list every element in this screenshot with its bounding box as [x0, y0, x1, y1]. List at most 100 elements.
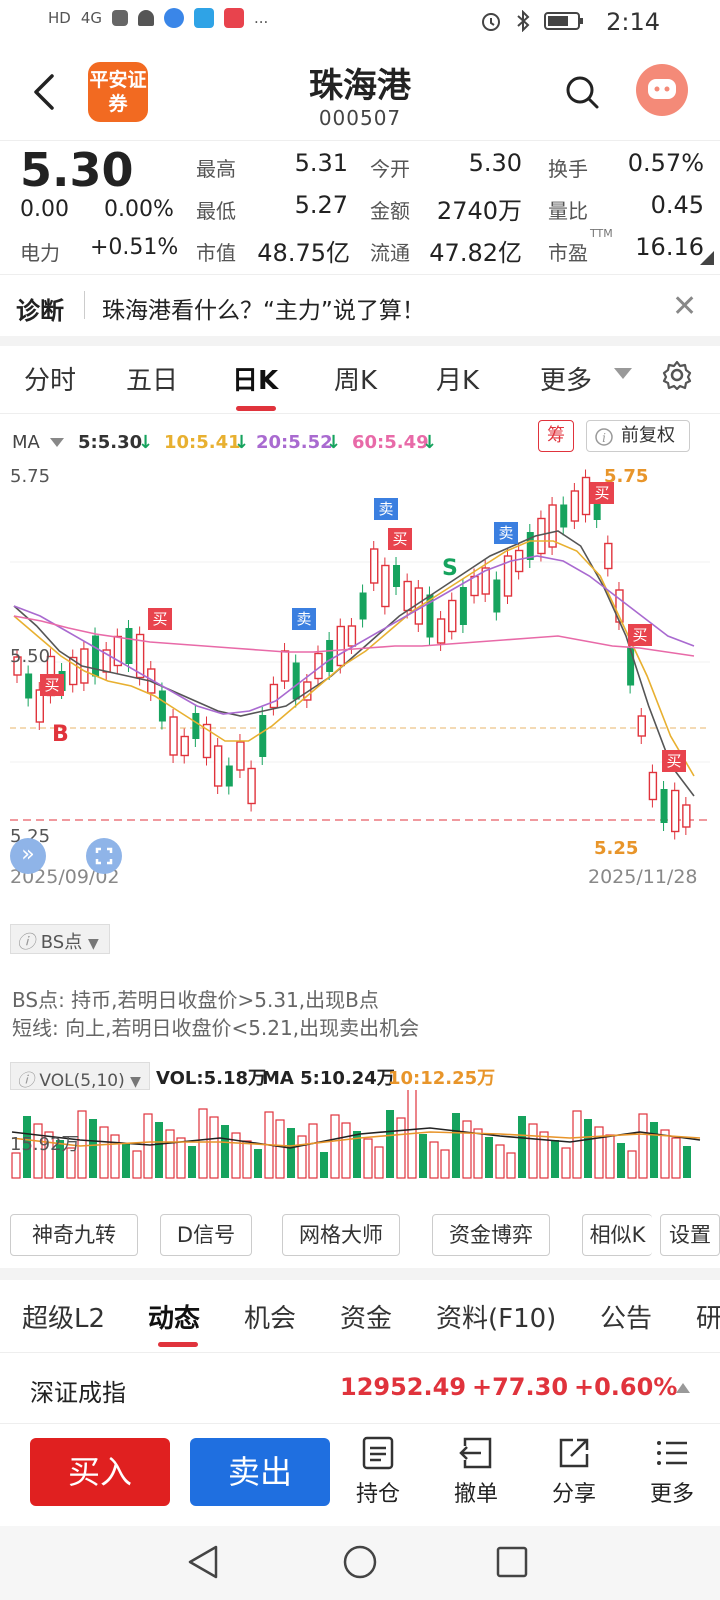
tab-five-day[interactable]: 五日	[126, 360, 178, 397]
dropdown-icon[interactable]	[50, 438, 64, 448]
candle-body	[570, 490, 580, 522]
kline-plot[interactable]	[0, 466, 720, 896]
share-button[interactable]: 分享	[534, 1436, 614, 1508]
settings-button[interactable]: 设置	[660, 1214, 720, 1256]
buy-signal[interactable]: 买	[662, 750, 686, 772]
more-button[interactable]: 更多	[632, 1436, 712, 1508]
trade-action-bar: 买入 卖出 持仓 撤单 分享 更多	[0, 1426, 720, 1526]
volume-bar	[330, 1114, 340, 1179]
search-icon[interactable]	[564, 74, 600, 110]
volume-bar	[528, 1123, 538, 1179]
d-signal-button[interactable]: D信号	[160, 1214, 252, 1256]
capital-game-button[interactable]: 资金博弈	[432, 1214, 550, 1256]
app-icon	[164, 8, 185, 28]
active-tab-indicator	[236, 406, 276, 411]
tab-intraday[interactable]: 分时	[24, 360, 76, 397]
volume-bar	[495, 1144, 505, 1179]
volume-bar	[605, 1134, 615, 1179]
diagnosis-banner[interactable]: 诊断 珠海港看什么？“主力”说了算！ ✕	[0, 274, 720, 336]
index-change-pct: +0.60%	[574, 1373, 678, 1401]
volume-indicator-selector[interactable]: ⓘ VOL(5,10) ▼	[10, 1062, 150, 1091]
nav-back-icon[interactable]	[186, 1544, 220, 1580]
sell-signal[interactable]: 卖	[374, 498, 398, 520]
chat-bubble-icon	[648, 79, 676, 99]
volume-chart[interactable]	[0, 1090, 720, 1200]
holdings-icon	[362, 1436, 394, 1470]
quote-label: 金额	[370, 199, 410, 223]
quote-value: 5.30	[468, 149, 522, 177]
quote-value: 5.31	[294, 149, 348, 177]
nav-home-icon[interactable]	[342, 1544, 378, 1580]
tab-super-l2[interactable]: 超级L2	[22, 1298, 105, 1335]
kline-chart[interactable]: 5.75 5.50 5.25 5.75 5.25 2025/09/02 2025…	[0, 466, 720, 896]
volume-bar	[396, 1117, 406, 1179]
low-marker: 5.25	[594, 838, 639, 859]
chips-toggle[interactable]: 筹	[538, 420, 574, 452]
more-notifications: ...	[254, 9, 269, 27]
sell-button[interactable]: 卖出	[190, 1438, 330, 1506]
b-point-signal[interactable]: B	[52, 722, 69, 747]
bs-chip-label: BS点	[40, 932, 83, 953]
buy-signal[interactable]: 买	[388, 528, 412, 550]
index-ticker[interactable]: 深证成指 12952.49 +77.30 +0.60%	[0, 1352, 720, 1424]
ma-legend: MA 5:5.30 ↓ 10:5.41 ↓ 20:5.52 ↓ 60:5.49 …	[0, 420, 720, 464]
volume-bar	[518, 1116, 526, 1178]
tab-funds[interactable]: 资金	[340, 1298, 392, 1335]
index-name: 深证成指	[30, 1379, 126, 1407]
dropdown-icon[interactable]	[614, 368, 632, 380]
bs-indicator-selector[interactable]: ⓘ BS点 ▼	[10, 924, 110, 954]
vol-chip-label: VOL(5,10)	[39, 1071, 125, 1091]
cancel-order-icon	[459, 1437, 492, 1469]
expand-left-icon[interactable]: »	[10, 838, 46, 874]
s-point-signal[interactable]: S	[442, 556, 458, 581]
candle-body	[514, 549, 524, 573]
sell-signal[interactable]: 卖	[292, 608, 316, 630]
tab-weekly-k[interactable]: 周K	[334, 360, 377, 397]
volume-bar	[584, 1119, 592, 1178]
candle-body	[637, 715, 646, 737]
grid-master-button[interactable]: 网格大师	[282, 1214, 400, 1256]
buy-signal[interactable]: 买	[628, 624, 652, 646]
candle-body	[326, 640, 334, 672]
share-label: 分享	[551, 1482, 596, 1507]
volume-bar	[660, 1129, 670, 1179]
stock-name: 珠海港	[309, 66, 411, 106]
buy-signal[interactable]: 买	[590, 482, 614, 504]
cancel-order-button[interactable]: 撤单	[436, 1436, 516, 1508]
tab-dynamics[interactable]: 动态	[148, 1298, 200, 1335]
network-indicator: 4G	[80, 9, 103, 27]
tab-more[interactable]: 更多	[540, 360, 592, 397]
candle-body	[213, 745, 223, 787]
tab-monthly-k[interactable]: 月K	[436, 360, 479, 397]
gear-icon[interactable]	[662, 360, 692, 390]
svg-text:i: i	[602, 431, 606, 445]
nav-recents-icon[interactable]	[496, 1546, 528, 1578]
assistant-avatar[interactable]	[636, 64, 688, 116]
candle-body	[336, 625, 345, 667]
buy-button[interactable]: 买入	[30, 1438, 170, 1506]
candle-body	[125, 628, 133, 664]
holdings-button[interactable]: 持仓	[338, 1436, 418, 1508]
candle-body	[180, 735, 189, 757]
candle-body	[169, 716, 178, 756]
tab-opportunities[interactable]: 机会	[244, 1298, 296, 1335]
tab-announcements[interactable]: 公告	[600, 1298, 652, 1335]
buy-signal[interactable]: 买	[148, 608, 172, 630]
volume-bar	[242, 1140, 252, 1179]
tab-research[interactable]: 研	[696, 1298, 720, 1335]
tab-f10[interactable]: 资料(F10)	[436, 1298, 556, 1335]
sell-signal[interactable]: 卖	[494, 522, 518, 544]
close-icon[interactable]: ✕	[672, 289, 697, 324]
similar-k-button[interactable]: 相似K	[582, 1214, 652, 1256]
diagnosis-text[interactable]: 珠海港看什么？“主力”说了算！	[102, 291, 425, 325]
magic-nine-button[interactable]: 神奇九转	[10, 1214, 138, 1256]
fullscreen-icon[interactable]	[86, 838, 122, 874]
ma-label[interactable]: MA	[12, 432, 40, 453]
tab-daily-k[interactable]: 日K	[232, 360, 278, 397]
quote-value: 16.16	[635, 233, 704, 261]
volume-bar	[485, 1137, 493, 1178]
dropdown-icon: ▼	[87, 936, 99, 952]
buy-signal[interactable]: 买	[40, 674, 64, 696]
volume-bar	[143, 1113, 153, 1179]
candle-body	[660, 789, 668, 823]
